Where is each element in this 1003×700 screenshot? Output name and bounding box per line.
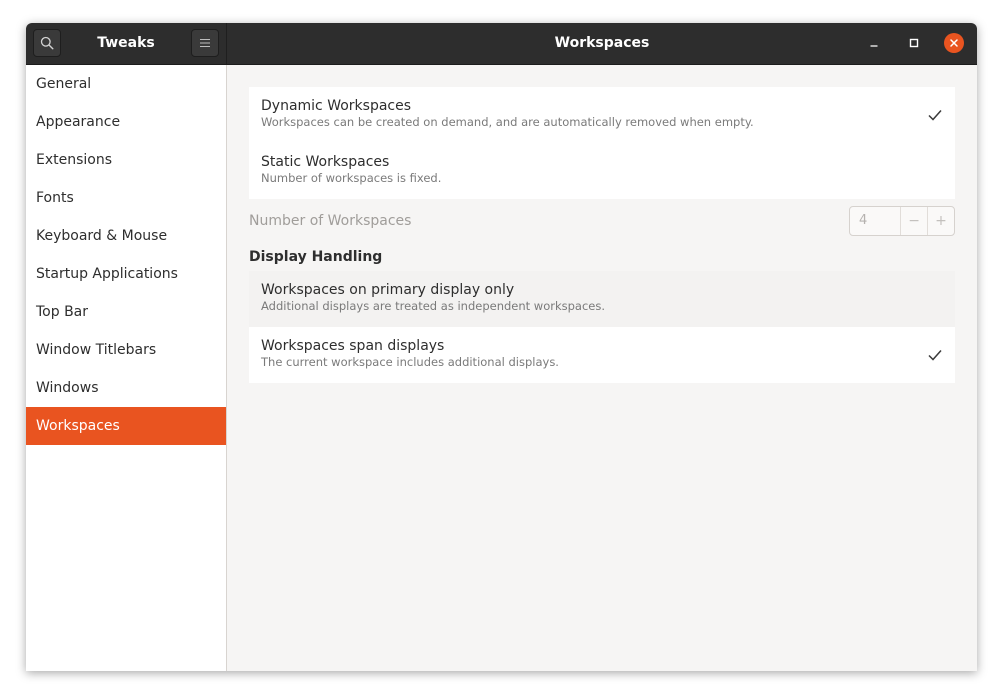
option-primary-display-only[interactable]: Workspaces on primary display only Addit… — [249, 271, 955, 327]
sidebar-item-extensions[interactable]: Extensions — [26, 141, 226, 179]
sidebar-item-startup-applications[interactable]: Startup Applications — [26, 255, 226, 293]
sidebar-item-keyboard-mouse[interactable]: Keyboard & Mouse — [26, 217, 226, 255]
sidebar-item-top-bar[interactable]: Top Bar — [26, 293, 226, 331]
increment-button[interactable]: + — [928, 207, 954, 235]
close-icon — [950, 39, 958, 47]
hamburger-menu-icon — [200, 39, 210, 47]
number-of-workspaces-spinbutton[interactable]: 4 − + — [849, 206, 955, 236]
checkmark-icon — [928, 350, 942, 361]
decrement-button[interactable]: − — [901, 207, 929, 235]
number-of-workspaces-label: Number of Workspaces — [249, 213, 412, 229]
option-title: Dynamic Workspaces — [261, 98, 412, 114]
sidebar-item-appearance[interactable]: Appearance — [26, 103, 226, 141]
search-button[interactable] — [33, 29, 61, 57]
option-subtitle: Number of workspaces is fixed. — [261, 171, 442, 185]
close-button[interactable] — [944, 33, 964, 53]
option-title: Workspaces on primary display only — [261, 282, 515, 298]
maximize-icon — [909, 38, 919, 48]
display-handling-heading: Display Handling — [249, 249, 383, 265]
sidebar-item-window-titlebars[interactable]: Window Titlebars — [26, 331, 226, 369]
tweaks-window: Tweaks Workspaces General Appearance Ext… — [26, 23, 977, 671]
sidebar-item-fonts[interactable]: Fonts — [26, 179, 226, 217]
option-dynamic-workspaces[interactable]: Dynamic Workspaces Workspaces can be cre… — [249, 87, 955, 143]
option-subtitle: Additional displays are treated as indep… — [261, 299, 606, 313]
minimize-icon — [870, 45, 878, 47]
spin-value[interactable]: 4 — [850, 207, 902, 235]
sidebar-item-workspaces[interactable]: Workspaces — [26, 407, 226, 445]
display-handling-list: Workspaces on primary display only Addit… — [249, 271, 955, 383]
sidebar-header: Tweaks — [26, 23, 227, 64]
sidebar-item-windows[interactable]: Windows — [26, 369, 226, 407]
option-span-displays[interactable]: Workspaces span displays The current wor… — [249, 327, 955, 383]
workspace-mode-list: Dynamic Workspaces Workspaces can be cre… — [249, 87, 955, 199]
option-subtitle: Workspaces can be created on demand, and… — [261, 115, 754, 129]
option-static-workspaces[interactable]: Static Workspaces Number of workspaces i… — [249, 143, 955, 199]
menu-button[interactable] — [191, 29, 219, 57]
number-of-workspaces-row: Number of Workspaces 4 − + — [249, 206, 955, 236]
option-title: Workspaces span displays — [261, 338, 445, 354]
search-icon — [40, 36, 54, 50]
header-bar: Tweaks Workspaces — [26, 23, 977, 65]
checkmark-icon — [928, 110, 942, 121]
minimize-button[interactable] — [864, 33, 884, 53]
option-title: Static Workspaces — [261, 154, 390, 170]
option-subtitle: The current workspace includes additiona… — [261, 355, 559, 369]
main-content: Dynamic Workspaces Workspaces can be cre… — [227, 65, 977, 671]
sidebar-item-general[interactable]: General — [26, 65, 226, 103]
maximize-button[interactable] — [904, 33, 924, 53]
sidebar-title: Tweaks — [97, 35, 155, 51]
sidebar: General Appearance Extensions Fonts Keyb… — [26, 65, 227, 671]
